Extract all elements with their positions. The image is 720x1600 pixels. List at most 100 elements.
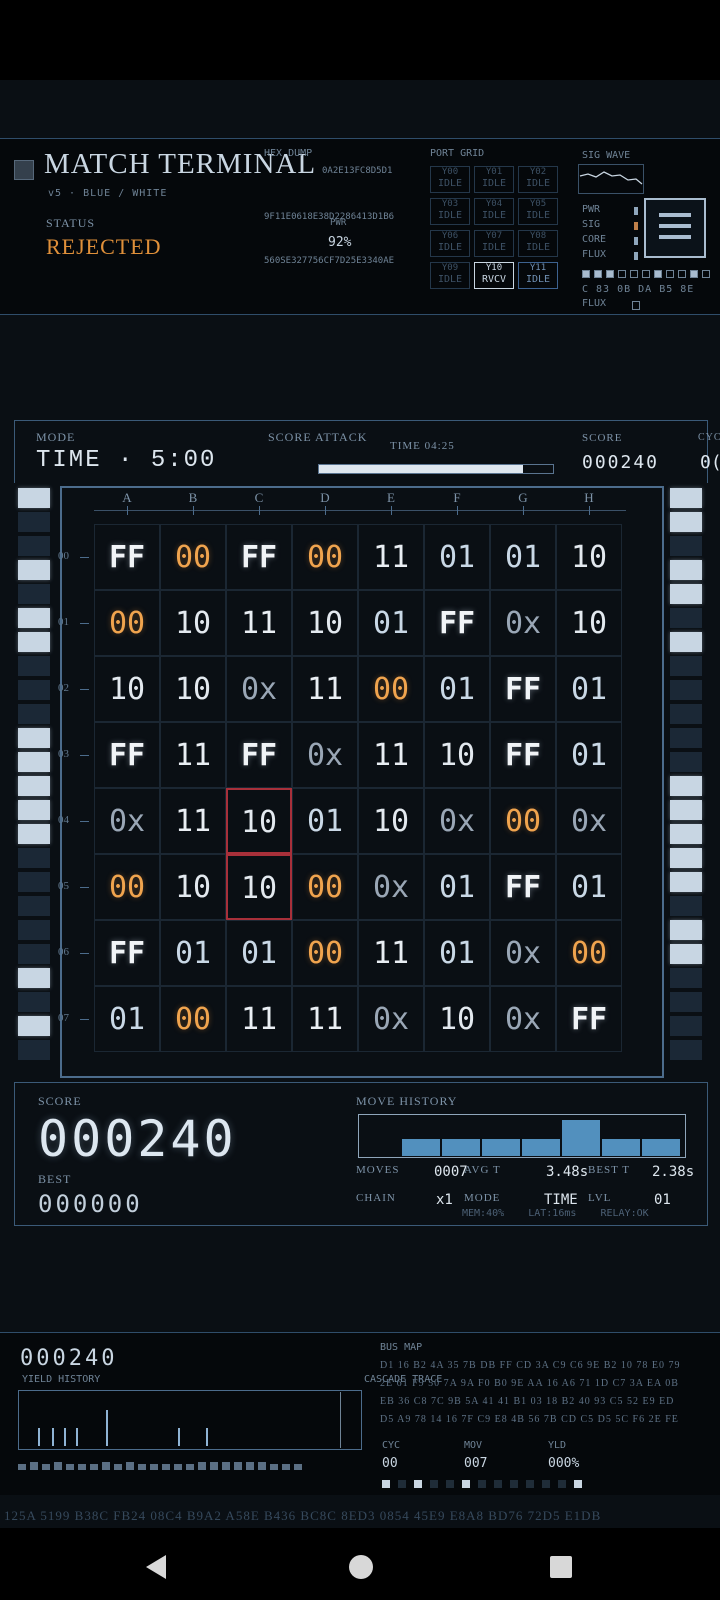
level-label: LVL bbox=[588, 1192, 612, 1204]
ladder-segment bbox=[670, 728, 702, 748]
port-y08[interactable]: Y08 IDLE bbox=[518, 230, 558, 257]
score-label: SCORE bbox=[38, 1094, 82, 1108]
port-y07[interactable]: Y07 IDLE bbox=[474, 230, 514, 257]
board-cell-g00[interactable]: 01 bbox=[490, 524, 556, 590]
home-icon[interactable] bbox=[346, 1552, 376, 1582]
board-cell-c00[interactable]: FF bbox=[226, 524, 292, 590]
yield-bar bbox=[64, 1428, 66, 1446]
board-cell-c04[interactable]: 10 bbox=[226, 788, 292, 854]
board-cell-c06[interactable]: 01 bbox=[226, 920, 292, 986]
signal-block bbox=[630, 270, 638, 278]
ladder-segment bbox=[18, 800, 50, 820]
board-cell-c07[interactable]: 11 bbox=[226, 986, 292, 1052]
signal-block bbox=[654, 270, 662, 278]
board-cell-b02[interactable]: 10 bbox=[160, 656, 226, 722]
board-cell-c01[interactable]: 11 bbox=[226, 590, 292, 656]
yield-bar bbox=[178, 1428, 180, 1446]
board-cell-g07[interactable]: 0x bbox=[490, 986, 556, 1052]
board-cell-d00[interactable]: 00 bbox=[292, 524, 358, 590]
board-cell-e01[interactable]: 01 bbox=[358, 590, 424, 656]
board-cell-f01[interactable]: FF bbox=[424, 590, 490, 656]
board-cell-f06[interactable]: 01 bbox=[424, 920, 490, 986]
board-cell-b03[interactable]: 11 bbox=[160, 722, 226, 788]
board-cell-g02[interactable]: FF bbox=[490, 656, 556, 722]
board-cell-h06[interactable]: 00 bbox=[556, 920, 622, 986]
board-cell-a00[interactable]: FF bbox=[94, 524, 160, 590]
board-cell-g01[interactable]: 0x bbox=[490, 590, 556, 656]
board-cell-a06[interactable]: FF bbox=[94, 920, 160, 986]
board-cell-e07[interactable]: 0x bbox=[358, 986, 424, 1052]
board-cell-b07[interactable]: 00 bbox=[160, 986, 226, 1052]
port-y10[interactable]: Y10 RVCV bbox=[474, 262, 514, 289]
board-cell-e00[interactable]: 11 bbox=[358, 524, 424, 590]
board-cell-d05[interactable]: 00 bbox=[292, 854, 358, 920]
board-cell-a01[interactable]: 00 bbox=[94, 590, 160, 656]
port-y05[interactable]: Y05 IDLE bbox=[518, 198, 558, 225]
port-y00[interactable]: Y00 IDLE bbox=[430, 166, 470, 193]
yield-bar bbox=[52, 1428, 54, 1446]
board-cell-e05[interactable]: 0x bbox=[358, 854, 424, 920]
board-cell-a07[interactable]: 01 bbox=[94, 986, 160, 1052]
board-cell-b00[interactable]: 00 bbox=[160, 524, 226, 590]
recents-icon[interactable] bbox=[548, 1554, 574, 1580]
board-cell-d03[interactable]: 0x bbox=[292, 722, 358, 788]
footer-score: 000240 bbox=[20, 1346, 118, 1371]
board-cell-h07[interactable]: FF bbox=[556, 986, 622, 1052]
meter-indicator-core bbox=[634, 237, 638, 245]
board-cell-f05[interactable]: 01 bbox=[424, 854, 490, 920]
board-cell-b04[interactable]: 11 bbox=[160, 788, 226, 854]
column-label-f: F bbox=[453, 490, 461, 505]
board-cell-d04[interactable]: 01 bbox=[292, 788, 358, 854]
board-cell-f00[interactable]: 01 bbox=[424, 524, 490, 590]
board-cell-h02[interactable]: 01 bbox=[556, 656, 622, 722]
board-cell-d06[interactable]: 00 bbox=[292, 920, 358, 986]
menu-button[interactable] bbox=[644, 198, 706, 258]
board-cell-g06[interactable]: 0x bbox=[490, 920, 556, 986]
board-cell-f07[interactable]: 10 bbox=[424, 986, 490, 1052]
board-cell-a03[interactable]: FF bbox=[94, 722, 160, 788]
board-cell-b05[interactable]: 10 bbox=[160, 854, 226, 920]
board-cell-b06[interactable]: 01 bbox=[160, 920, 226, 986]
back-icon[interactable] bbox=[142, 1552, 170, 1582]
port-y03[interactable]: Y03 IDLE bbox=[430, 198, 470, 225]
port-id: Y08 bbox=[529, 231, 547, 241]
board-cell-c05[interactable]: 10 bbox=[226, 854, 292, 920]
board-cell-c03[interactable]: FF bbox=[226, 722, 292, 788]
board-cell-d01[interactable]: 10 bbox=[292, 590, 358, 656]
board-cell-h04[interactable]: 0x bbox=[556, 788, 622, 854]
port-y02[interactable]: Y02 IDLE bbox=[518, 166, 558, 193]
move-history-label: MOVE HISTORY bbox=[356, 1094, 458, 1108]
column-label-e: E bbox=[387, 490, 395, 505]
board-cell-a05[interactable]: 00 bbox=[94, 854, 160, 920]
board-cell-e02[interactable]: 00 bbox=[358, 656, 424, 722]
board-cell-e04[interactable]: 10 bbox=[358, 788, 424, 854]
board-cell-d02[interactable]: 11 bbox=[292, 656, 358, 722]
history-bar bbox=[602, 1139, 640, 1156]
board-cell-d07[interactable]: 11 bbox=[292, 986, 358, 1052]
port-y11[interactable]: Y11 IDLE bbox=[518, 262, 558, 289]
board-cell-e06[interactable]: 11 bbox=[358, 920, 424, 986]
board-cell-a04[interactable]: 0x bbox=[94, 788, 160, 854]
board-cell-h03[interactable]: 01 bbox=[556, 722, 622, 788]
board-cell-g03[interactable]: FF bbox=[490, 722, 556, 788]
board-cell-c02[interactable]: 0x bbox=[226, 656, 292, 722]
board-cell-h01[interactable]: 10 bbox=[556, 590, 622, 656]
port-y04[interactable]: Y04 IDLE bbox=[474, 198, 514, 225]
board-cell-b01[interactable]: 10 bbox=[160, 590, 226, 656]
board-cell-a02[interactable]: 10 bbox=[94, 656, 160, 722]
board-cell-h05[interactable]: 01 bbox=[556, 854, 622, 920]
ladder-segment bbox=[18, 632, 50, 652]
board-cell-h00[interactable]: 10 bbox=[556, 524, 622, 590]
board-cell-e03[interactable]: 11 bbox=[358, 722, 424, 788]
port-y06[interactable]: Y06 IDLE bbox=[430, 230, 470, 257]
board-cell-g04[interactable]: 00 bbox=[490, 788, 556, 854]
board-cell-f04[interactable]: 0x bbox=[424, 788, 490, 854]
row-tick bbox=[80, 887, 89, 888]
board-cell-g05[interactable]: FF bbox=[490, 854, 556, 920]
port-y09[interactable]: Y09 IDLE bbox=[430, 262, 470, 289]
board-cell-f02[interactable]: 01 bbox=[424, 656, 490, 722]
port-y01[interactable]: Y01 IDLE bbox=[474, 166, 514, 193]
board-cell-f03[interactable]: 10 bbox=[424, 722, 490, 788]
ladder-segment bbox=[18, 896, 50, 916]
port-state: IDLE bbox=[437, 210, 463, 221]
